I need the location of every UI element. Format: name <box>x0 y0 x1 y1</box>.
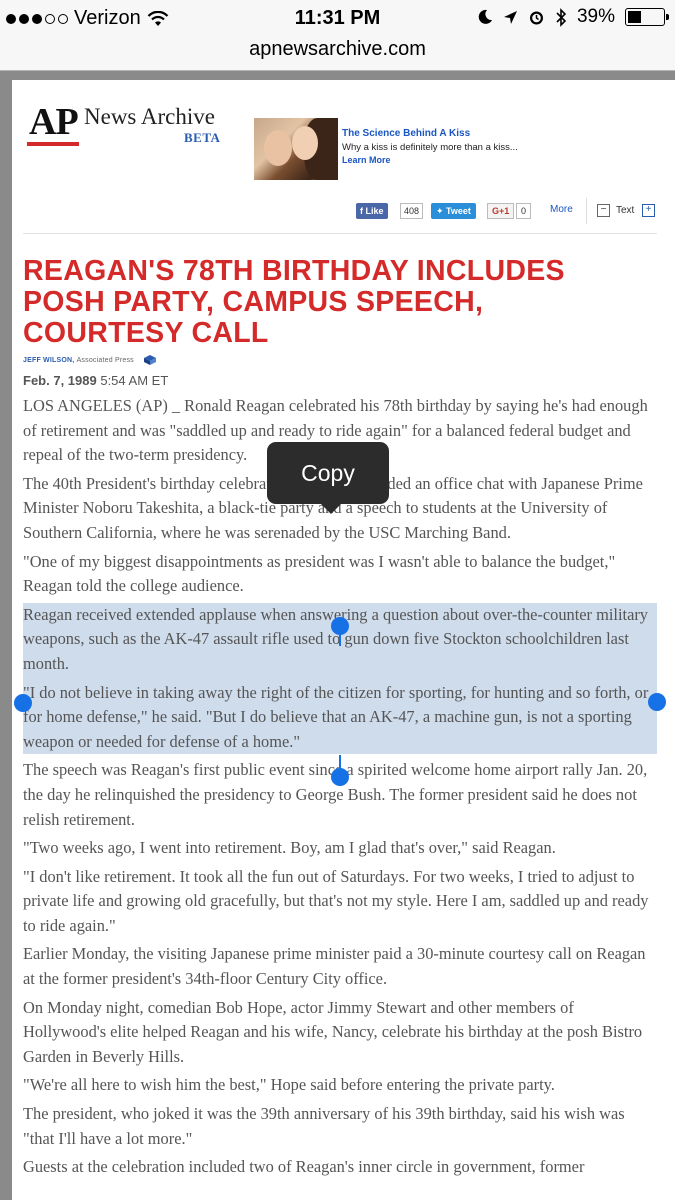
paragraph[interactable]: "We're all here to wish him the best," H… <box>23 1073 657 1098</box>
paragraph[interactable]: On Monday night, comedian Bob Hope, acto… <box>23 996 657 1070</box>
alarm-icon <box>529 11 543 24</box>
article-headline: REAGAN'S 78TH BIRTHDAY INCLUDES POSH PAR… <box>23 255 565 349</box>
selection-right-handle[interactable] <box>648 693 666 711</box>
battery-percent: 39% <box>576 6 615 27</box>
text-size-increase-button[interactable]: + <box>642 204 655 217</box>
like-count: 408 <box>400 203 424 219</box>
paragraph[interactable]: "One of my biggest disappointments as pr… <box>23 550 657 599</box>
ap-logo[interactable]: AP <box>29 100 79 144</box>
header-divider <box>23 233 657 234</box>
paragraph[interactable]: "I don't like retirement. It took all th… <box>23 865 657 939</box>
copy-popup-arrow <box>320 503 342 514</box>
twitter-icon: ✦ <box>436 206 447 216</box>
agency-name: Associated Press <box>76 357 134 364</box>
bluetooth-icon <box>556 7 567 27</box>
selection-start-caret <box>339 628 341 646</box>
tweet-button[interactable]: ✦ Tweet <box>431 203 476 219</box>
google-plus-button[interactable]: G+1 <box>487 203 515 219</box>
ad-description: Why a kiss is definitely more than a kis… <box>342 142 518 153</box>
location-arrow-icon <box>503 10 517 24</box>
article-date: Feb. 7, 1989 <box>23 373 97 388</box>
google-plus-count: 0 <box>516 203 532 219</box>
address-bar[interactable]: apnewsarchive.com <box>0 36 675 71</box>
author-name[interactable]: JEFF WILSON, <box>23 357 74 364</box>
paragraph[interactable]: Earlier Monday, the visiting Japanese pr… <box>23 942 657 991</box>
ap-cube-icon <box>144 355 156 365</box>
site-name[interactable]: News Archive <box>84 104 215 130</box>
paragraph[interactable]: "I do not believe in taking away the rig… <box>23 681 657 755</box>
selection-left-handle[interactable] <box>14 694 32 712</box>
byline: JEFF WILSON, Associated Press <box>23 357 134 364</box>
share-divider <box>586 198 587 224</box>
logo-underline <box>27 142 79 146</box>
article-time: 5:54 AM ET <box>100 373 169 388</box>
status-bar: Verizon 11:31 PM 39% <box>0 0 675 36</box>
text-size-label: Text <box>616 205 635 216</box>
ad-title[interactable]: The Science Behind A Kiss <box>342 128 470 139</box>
url-text: apnewsarchive.com <box>249 38 426 60</box>
copy-button[interactable]: Copy <box>267 442 389 504</box>
selection-bottom-handle[interactable] <box>331 768 349 786</box>
ad-learn-more-link[interactable]: Learn More <box>342 155 391 165</box>
more-share-button[interactable]: More <box>550 204 573 215</box>
facebook-like-button[interactable]: f Like <box>356 203 388 219</box>
beta-badge: BETA <box>184 130 221 145</box>
ad-image[interactable] <box>254 118 338 180</box>
paragraph[interactable]: "Two weeks ago, I went into retirement. … <box>23 836 657 861</box>
dateline: Feb. 7, 1989 5:54 AM ET <box>23 373 168 388</box>
web-page: AP News Archive BETA The Science Behind … <box>12 80 675 1200</box>
paragraph[interactable]: The president, who joked it was the 39th… <box>23 1102 657 1151</box>
paragraph[interactable]: Guests at the celebration included two o… <box>23 1155 657 1180</box>
battery-icon <box>625 8 669 26</box>
moon-icon <box>478 9 492 24</box>
text-size-decrease-button[interactable]: − <box>597 204 610 217</box>
status-icons: 39% <box>477 6 669 28</box>
